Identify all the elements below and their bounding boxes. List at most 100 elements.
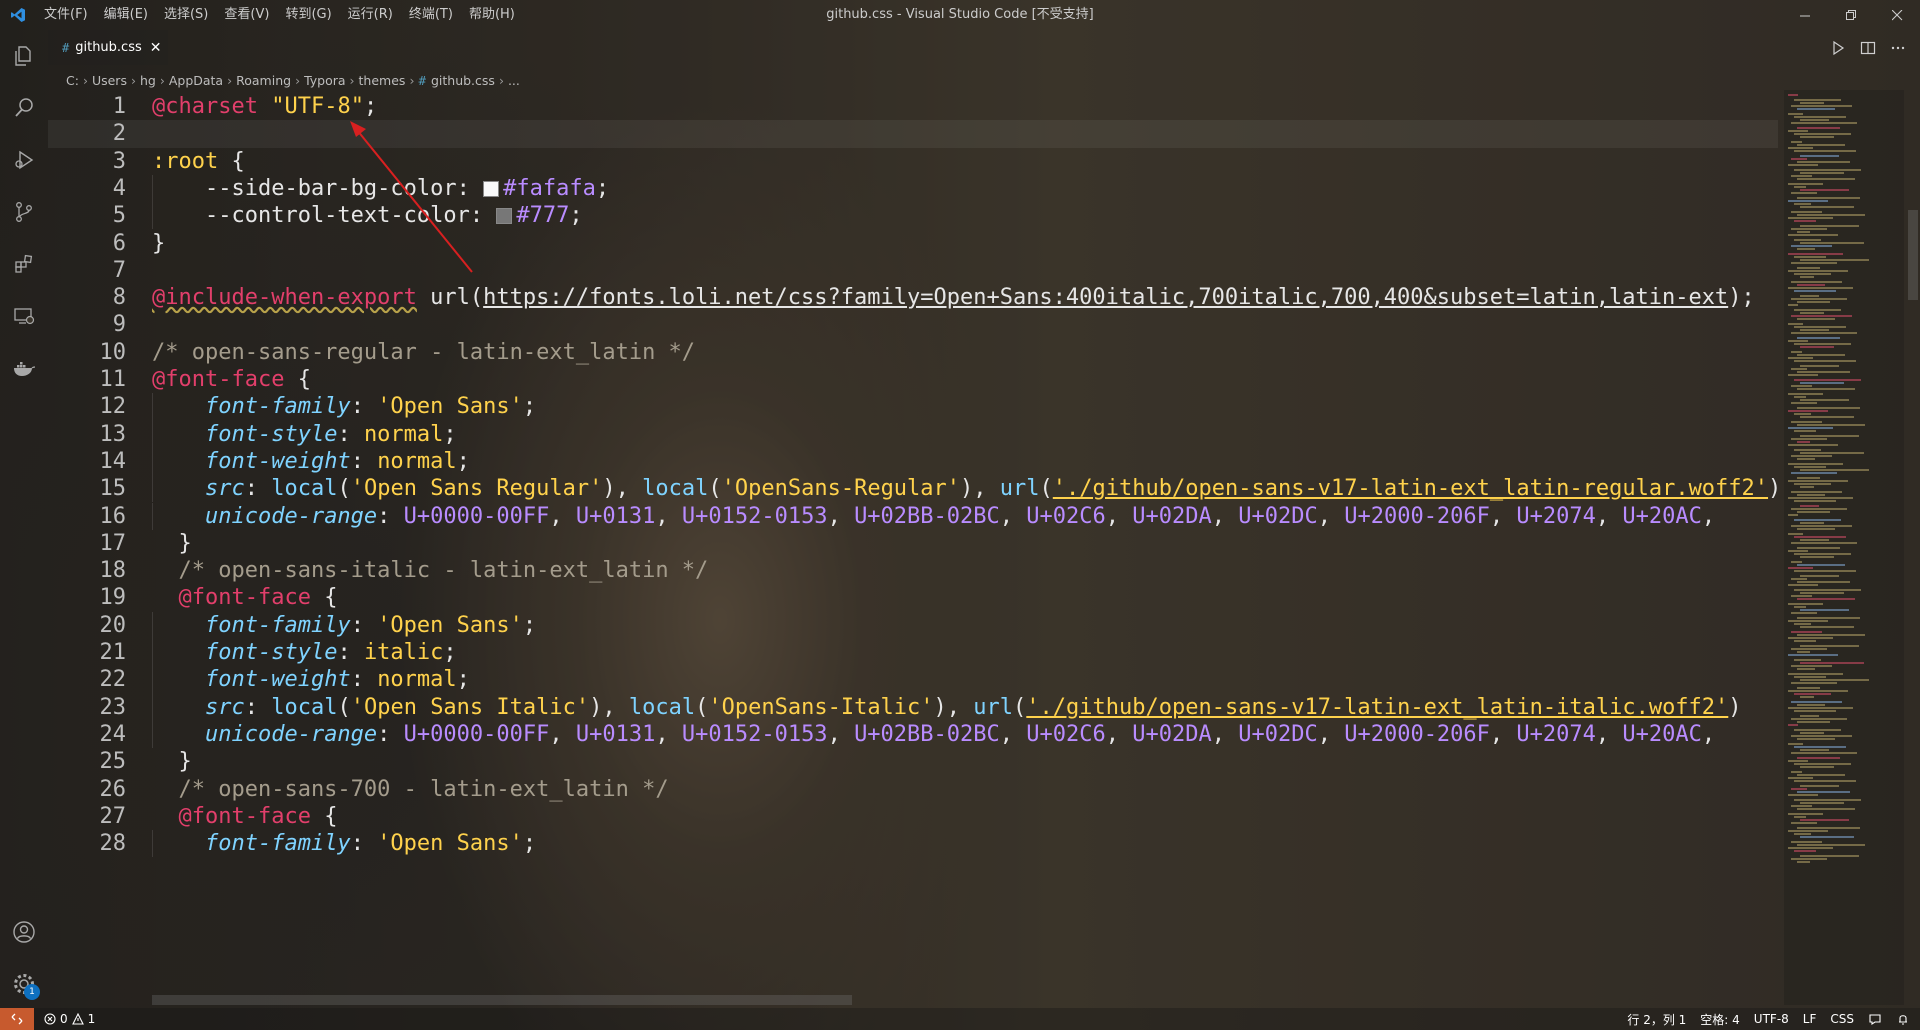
minimap-line <box>1794 780 1856 782</box>
code-line[interactable]: 26 /* open-sans-700 - latin-ext_latin */ <box>48 776 1778 803</box>
breadcrumb-item[interactable]: AppData <box>169 73 223 88</box>
more-actions-icon[interactable] <box>1890 40 1906 56</box>
minimap-line <box>1791 245 1832 247</box>
breadcrumb-item[interactable]: Typora <box>304 73 345 88</box>
code-line[interactable]: 21 font-style: italic; <box>48 639 1778 667</box>
minimap-line <box>1794 203 1811 205</box>
breadcrumb-file[interactable]: github.css <box>431 73 495 88</box>
code-line[interactable]: 23 src: local('Open Sans Italic'), local… <box>48 693 1778 721</box>
notifications-icon[interactable] <box>1896 1012 1910 1026</box>
feedback-icon[interactable] <box>1868 1012 1882 1026</box>
menu-file[interactable]: 文件(F) <box>36 0 96 30</box>
code-line[interactable]: 27 @font-face { <box>48 803 1778 830</box>
minimap-line <box>1788 200 1828 202</box>
explorer-button[interactable] <box>0 30 48 82</box>
indentation[interactable]: 空格: 4 <box>1700 1011 1740 1028</box>
minimap-line <box>1791 332 1857 334</box>
code-line[interactable]: 5 --control-text-color: #777; <box>48 202 1778 230</box>
code-line[interactable]: 15 src: local('Open Sans Regular'), loca… <box>48 475 1778 503</box>
code-line[interactable]: 24 unicode-range: U+0000-00FF, U+0131, U… <box>48 720 1778 749</box>
search-button[interactable] <box>0 82 48 134</box>
menu-edit[interactable]: 编辑(E) <box>96 0 156 30</box>
breadcrumb-item[interactable]: hg <box>140 73 156 88</box>
code-line[interactable]: 2 <box>48 120 1778 148</box>
code-line[interactable]: 13 font-style: normal; <box>48 420 1778 448</box>
minimap-line <box>1788 603 1823 605</box>
code-text: } <box>152 230 165 257</box>
code-line[interactable]: 20 font-family: 'Open Sans'; <box>48 611 1778 639</box>
scrollbar-thumb[interactable] <box>1908 210 1918 300</box>
remote-indicator[interactable] <box>0 1008 34 1030</box>
code-editor[interactable]: 1 @charset "UTF-8"; 2 3:root {4 --side-bar-… <box>48 93 1778 1005</box>
code-line[interactable]: 1 @charset "UTF-8"; <box>48 93 1778 120</box>
breadcrumb-item[interactable]: Roaming <box>236 73 291 88</box>
code-line[interactable]: 10 /* open-sans-regular - latin-ext_latin… <box>48 339 1778 366</box>
remote-explorer-button[interactable] <box>0 290 48 342</box>
minimap-line <box>1794 536 1846 538</box>
code-line[interactable]: 9 <box>48 311 1778 338</box>
color-swatch[interactable] <box>496 208 513 225</box>
restore-button[interactable] <box>1828 0 1874 30</box>
menu-terminal[interactable]: 终端(T) <box>401 0 461 30</box>
code-token: U+2074 <box>1516 503 1596 529</box>
minimap-line <box>1791 262 1837 264</box>
code-line[interactable]: 8 @include-when-export url(https://fonts.… <box>48 284 1778 311</box>
minimap-line <box>1788 673 1843 675</box>
extensions-button[interactable] <box>0 238 48 290</box>
code-token: U+20AC <box>1622 503 1702 529</box>
manage-button[interactable]: 1 <box>0 958 48 1010</box>
code-line[interactable]: 22 font-weight: normal; <box>48 666 1778 694</box>
code-token: { <box>310 803 338 829</box>
minimap-line <box>1791 682 1837 684</box>
end-of-line[interactable]: LF <box>1803 1012 1817 1026</box>
code-line[interactable]: 18 /* open-sans-italic - latin-ext_latin… <box>48 557 1778 584</box>
breadcrumb-item[interactable]: C: <box>66 73 79 88</box>
code-line[interactable]: 3:root { <box>48 148 1778 175</box>
breadcrumb-symbols[interactable]: ... <box>508 73 520 88</box>
code-line[interactable]: 11 @font-face { <box>48 366 1778 393</box>
code-token: , <box>1317 503 1345 529</box>
minimap-line <box>1797 458 1815 460</box>
menu-selection[interactable]: 选择(S) <box>156 0 216 30</box>
docker-button[interactable] <box>0 342 48 394</box>
minimap[interactable] <box>1784 90 1904 1005</box>
breadcrumb-item[interactable]: Users <box>92 73 127 88</box>
accounts-button[interactable] <box>0 906 48 958</box>
breadcrumb-item[interactable]: themes <box>359 73 406 88</box>
code-line[interactable]: 14 font-weight: normal; <box>48 447 1778 476</box>
code-line[interactable]: 4 --side-bar-bg-color: #fafafa; <box>48 174 1778 203</box>
run-debug-button[interactable] <box>0 134 48 186</box>
encoding[interactable]: UTF-8 <box>1754 1012 1789 1026</box>
code-line[interactable]: 6} <box>48 230 1778 257</box>
close-tab-icon[interactable]: ✕ <box>150 40 162 56</box>
code-line[interactable]: 19 @font-face { <box>48 584 1778 611</box>
code-line[interactable]: 28 font-family: 'Open Sans'; <box>48 830 1778 858</box>
problems-indicator[interactable]: 0 1 <box>44 1012 95 1026</box>
code-token: local <box>271 476 338 502</box>
code-line[interactable]: 16 unicode-range: U+0000-00FF, U+0131, U… <box>48 502 1778 530</box>
code-text: font-weight: normal; <box>152 448 470 475</box>
code-line[interactable]: 25 } <box>48 748 1778 775</box>
split-editor-icon[interactable] <box>1860 40 1876 56</box>
horizontal-scrollbar[interactable] <box>152 995 852 1005</box>
close-window-button[interactable] <box>1874 0 1920 30</box>
menu-help[interactable]: 帮助(H) <box>461 0 523 30</box>
code-line[interactable]: 12 font-family: 'Open Sans'; <box>48 393 1778 421</box>
tab-github-css[interactable]: # github.css ✕ <box>48 30 168 65</box>
cursor-position[interactable]: 行 2，列 1 <box>1627 1011 1686 1028</box>
code-token: font-style <box>204 640 338 665</box>
source-control-button[interactable] <box>0 186 48 238</box>
menu-view[interactable]: 查看(V) <box>216 0 277 30</box>
minimize-button[interactable] <box>1782 0 1828 30</box>
menu-go[interactable]: 转到(G) <box>277 0 339 30</box>
code-line[interactable]: 17 } <box>48 530 1778 557</box>
code-token: @include-when-export <box>152 285 417 311</box>
language-mode[interactable]: CSS <box>1830 1012 1854 1026</box>
menu-run[interactable]: 运行(R) <box>340 0 401 30</box>
code-text: @font-face { <box>152 366 311 393</box>
code-line[interactable]: 7 <box>48 257 1778 284</box>
line-number: 16 <box>99 503 127 529</box>
run-icon[interactable] <box>1830 40 1846 56</box>
vertical-scrollbar[interactable] <box>1906 90 1920 1005</box>
color-swatch[interactable] <box>483 180 500 197</box>
